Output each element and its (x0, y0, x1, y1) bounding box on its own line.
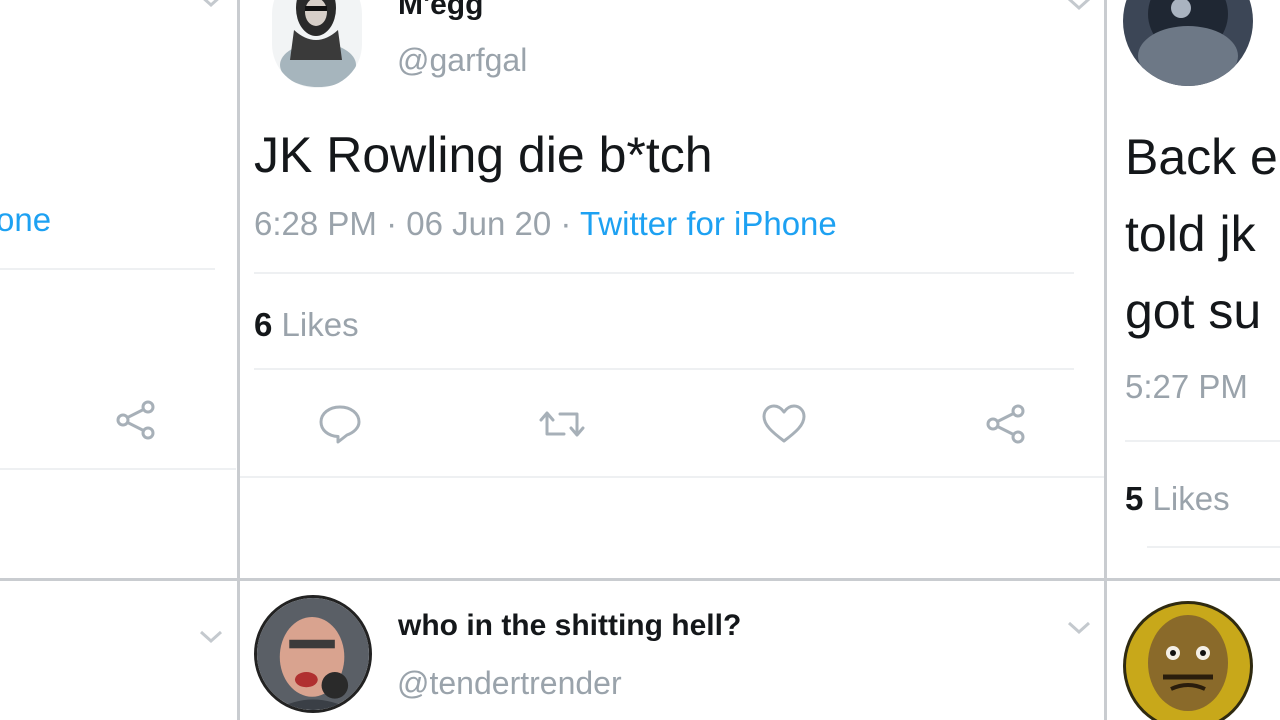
reply-icon[interactable] (316, 400, 364, 448)
user-name[interactable]: who in the shitting hell? (398, 609, 741, 643)
center-tweet-card: M'egg @garfgal JK Rowling die b*tch 6:28… (240, 0, 1104, 578)
avatar[interactable] (1123, 601, 1253, 720)
divider (0, 268, 215, 270)
tweet-text: JK Rowling die b*tch (254, 127, 713, 183)
divider (1125, 440, 1280, 442)
chevron-down-icon[interactable] (198, 0, 224, 10)
user-name[interactable]: M'egg (398, 0, 483, 22)
chevron-down-icon[interactable] (1066, 0, 1092, 13)
tweet-meta: 6:28 PM · 06 Jun 20 · Twitter for iPhone (254, 205, 837, 243)
heart-icon[interactable] (760, 400, 808, 448)
tweet-source-link[interactable]: one (0, 201, 51, 239)
meta-separator: · (386, 205, 398, 242)
likes-label: Likes (1152, 480, 1230, 517)
divider (0, 468, 236, 470)
left-tweet-card: one (0, 0, 236, 644)
tweet-date: 06 Jun 20 (406, 205, 552, 242)
likes-number: 5 (1125, 480, 1144, 517)
likes-count[interactable]: 6 Likes (254, 306, 359, 344)
second-row-tweet-card: who in the shitting hell? @tendertrender (240, 581, 1104, 720)
tweet-time: 5:27 PM (1125, 368, 1248, 405)
tweet-text-line: got su (1125, 283, 1262, 339)
tweet-source-link[interactable]: Twitter for iPhone (580, 205, 837, 242)
second-row-right-card (1107, 581, 1280, 720)
divider (240, 476, 1104, 478)
avatar[interactable] (272, 0, 362, 88)
divider (254, 272, 1074, 274)
meta-separator: · (560, 205, 572, 242)
user-handle[interactable]: @tendertrender (397, 665, 622, 702)
tweet-time: 6:28 PM (254, 205, 377, 242)
avatar[interactable] (1123, 0, 1253, 86)
tweet-text-line: told jk (1125, 206, 1256, 262)
divider (254, 368, 1074, 370)
tweet-text-line: Back e (1125, 129, 1278, 185)
share-icon[interactable] (112, 396, 160, 444)
likes-label: Likes (281, 306, 359, 343)
user-handle[interactable]: @garfgal (397, 42, 527, 79)
retweet-icon[interactable] (538, 400, 586, 448)
avatar[interactable] (254, 595, 372, 713)
chevron-down-icon[interactable] (1066, 619, 1092, 637)
divider (1147, 546, 1280, 548)
share-icon[interactable] (982, 400, 1030, 448)
chevron-down-icon[interactable] (198, 628, 224, 646)
likes-number: 6 (254, 306, 273, 343)
likes-count[interactable]: 5 Likes (1125, 480, 1230, 518)
right-tweet-card: Back e told jk got su 5:27 PM 5 Likes (1107, 0, 1280, 578)
